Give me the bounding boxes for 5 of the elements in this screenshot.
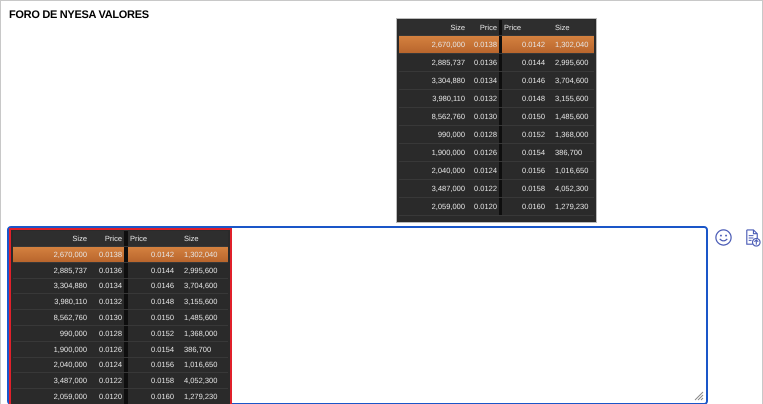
file-upload-icon[interactable] xyxy=(743,228,762,247)
smiley-icon[interactable] xyxy=(714,228,733,247)
post-title: FORO DE NYESA VALORES xyxy=(9,9,149,21)
reply-editor[interactable] xyxy=(7,226,708,404)
resize-grip-icon[interactable] xyxy=(692,389,704,401)
